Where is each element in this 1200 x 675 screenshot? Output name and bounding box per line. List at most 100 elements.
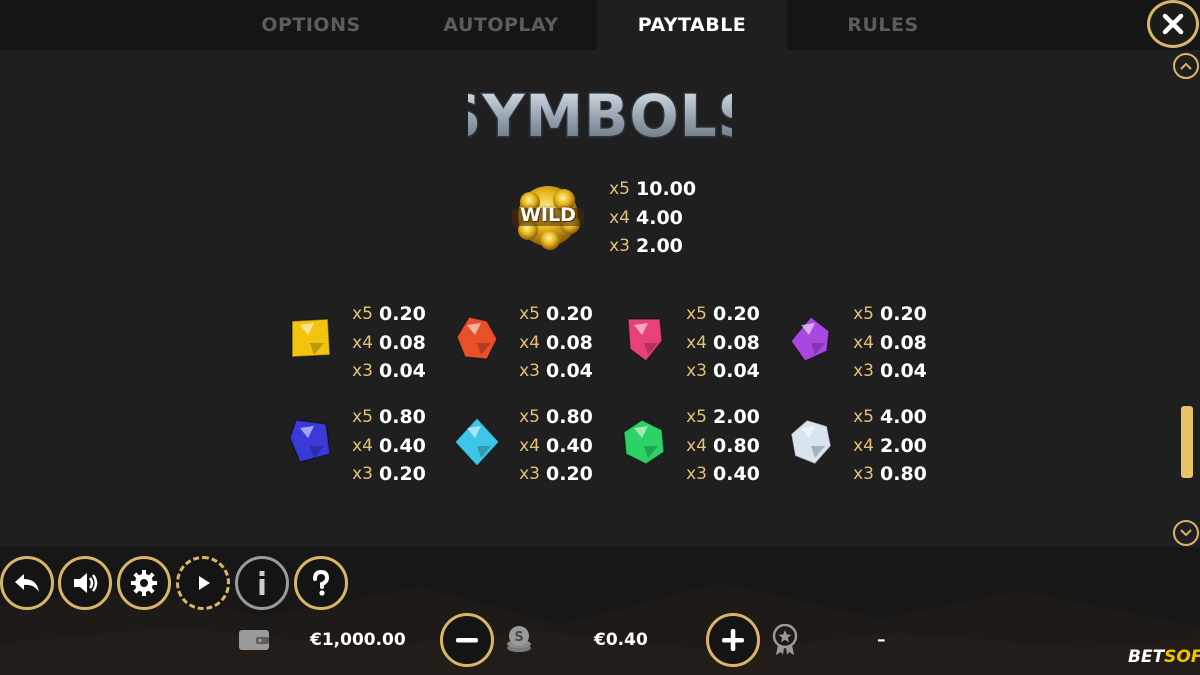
logo-bet-text: BET <box>1128 647 1165 667</box>
scroll-up-button[interactable] <box>1173 53 1199 79</box>
mult-label: x5 <box>519 304 540 325</box>
wild-symbol: WILD <box>506 180 590 252</box>
scroll-down-icon <box>1180 529 1192 537</box>
mult-label: x3 <box>609 236 630 257</box>
payout-value: 0.08 <box>546 331 593 354</box>
payout-value: 0.20 <box>880 303 927 326</box>
provider-logo: BETSOFT <box>1128 647 1200 667</box>
mult-label: x4 <box>352 435 373 456</box>
decrease-bet-button[interactable] <box>440 613 494 667</box>
sound-button[interactable] <box>58 556 112 610</box>
logo-soft-text: SOFT <box>1164 647 1200 667</box>
mult-label: x5 <box>686 304 707 325</box>
payout-value: 4.00 <box>880 406 927 429</box>
mult-label: x4 <box>609 207 630 228</box>
mult-label: x3 <box>519 464 540 485</box>
mult-label: x4 <box>853 332 874 353</box>
tab-paytable[interactable]: PAYTABLE <box>597 0 787 50</box>
cyan-gem-icon <box>453 416 501 468</box>
mult-label: x3 <box>853 361 874 382</box>
payout-value: 0.08 <box>713 331 760 354</box>
blue-gem-icon <box>289 419 331 463</box>
mult-label: x5 <box>609 179 630 200</box>
mult-label: x4 <box>519 435 540 456</box>
payout-value: 2.00 <box>636 235 683 258</box>
payout-value: 0.20 <box>546 463 593 486</box>
green-gem-payouts: x5 2.00 x4 0.80 x3 0.40 <box>678 403 760 489</box>
tab-options[interactable]: OPTIONS <box>216 0 406 50</box>
tab-bar: OPTIONS AUTOPLAY PAYTABLE RULES <box>0 0 1200 50</box>
mult-label: x3 <box>686 361 707 382</box>
white-gem-icon <box>790 419 832 465</box>
close-button[interactable] <box>1147 0 1199 48</box>
mult-label: x4 <box>352 332 373 353</box>
coins-icon: S <box>507 626 531 652</box>
mult-label: x5 <box>686 407 707 428</box>
purple-gem-payouts: x5 0.20 x4 0.08 x3 0.04 <box>845 300 927 386</box>
payout-value: 2.00 <box>713 406 760 429</box>
mult-label: x3 <box>352 464 373 485</box>
wild-payouts: x5 10.00 x4 4.00 x3 2.00 <box>601 175 696 261</box>
scroll-down-button[interactable] <box>1173 520 1199 546</box>
payout-value: 0.08 <box>880 331 927 354</box>
payout-value: 0.20 <box>379 463 426 486</box>
mult-label: x4 <box>686 435 707 456</box>
autoplay-button[interactable] <box>176 556 230 610</box>
svg-text:S: S <box>514 630 523 645</box>
back-icon <box>15 574 39 592</box>
payout-value: 0.04 <box>880 360 927 383</box>
settings-icon <box>131 570 157 596</box>
plus-icon <box>722 629 744 651</box>
payout-value: 0.04 <box>379 360 426 383</box>
scrollbar-thumb[interactable] <box>1181 406 1193 478</box>
section-title-text: SYMBOLS <box>468 82 732 148</box>
mult-label: x5 <box>853 304 874 325</box>
mult-label: x3 <box>352 361 373 382</box>
mult-label: x3 <box>686 464 707 485</box>
payout-value: 0.08 <box>379 331 426 354</box>
info-icon <box>259 571 265 595</box>
pink-gem-icon <box>627 318 663 363</box>
yellow-gem-icon <box>291 318 331 358</box>
payout-value: 0.40 <box>713 463 760 486</box>
mult-label: x5 <box>352 407 373 428</box>
pink-gem-payouts: x5 0.20 x4 0.08 x3 0.04 <box>678 300 760 386</box>
yellow-gem-payouts: x5 0.20 x4 0.08 x3 0.04 <box>344 300 426 386</box>
sound-icon <box>74 573 98 593</box>
settings-button[interactable] <box>117 556 171 610</box>
wallet-icon <box>239 630 269 650</box>
payout-value: 0.04 <box>546 360 593 383</box>
tab-rules[interactable]: RULES <box>788 0 978 50</box>
help-button[interactable] <box>294 556 348 610</box>
info-button[interactable] <box>235 556 289 610</box>
payout-value: 0.20 <box>713 303 760 326</box>
cyan-gem-payouts: x5 0.80 x4 0.40 x3 0.20 <box>511 403 593 489</box>
wild-label: WILD <box>520 204 576 226</box>
payout-value: 0.80 <box>379 406 426 429</box>
balance-value: €1,000.00 <box>310 630 406 650</box>
award-icon <box>772 624 798 655</box>
close-icon <box>1162 13 1184 35</box>
tab-autoplay[interactable]: AUTOPLAY <box>406 0 596 50</box>
increase-bet-button[interactable] <box>706 613 760 667</box>
red-gem-icon <box>456 316 498 360</box>
payout-value: 4.00 <box>636 206 683 229</box>
scroll-up-icon <box>1180 62 1192 70</box>
autoplay-icon <box>199 576 210 590</box>
back-button[interactable] <box>0 556 54 610</box>
mult-label: x5 <box>352 304 373 325</box>
minus-icon <box>456 638 478 643</box>
mult-label: x5 <box>853 407 874 428</box>
purple-gem-icon <box>790 315 830 362</box>
mult-label: x4 <box>686 332 707 353</box>
payout-value: 0.04 <box>713 360 760 383</box>
payout-value: 2.00 <box>880 434 927 457</box>
payout-value: 0.80 <box>713 434 760 457</box>
mult-label: x3 <box>853 464 874 485</box>
mult-label: x4 <box>519 332 540 353</box>
background-scene <box>0 547 1200 675</box>
mult-label: x3 <box>519 361 540 382</box>
blue-gem-payouts: x5 0.80 x4 0.40 x3 0.20 <box>344 403 426 489</box>
bottom-bar: €1,000.00 S €0.40 – BETSOFT <box>0 547 1200 675</box>
mult-label: x5 <box>519 407 540 428</box>
